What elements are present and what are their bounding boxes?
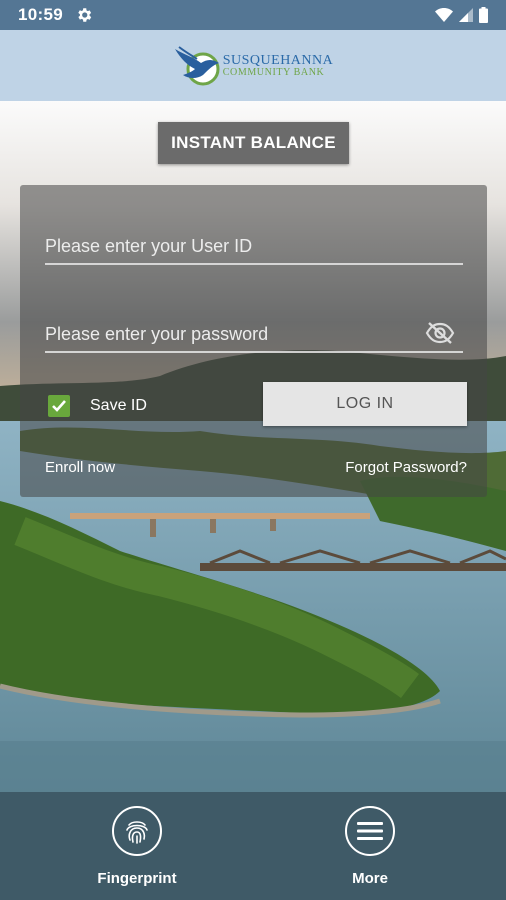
checkmark-icon [52,400,66,412]
user-id-field [45,221,463,265]
log-in-button[interactable]: LOG IN [263,382,467,426]
save-id-label: Save ID [90,397,147,414]
save-id-checkbox[interactable] [48,395,70,417]
eagle-logo-icon [174,45,220,85]
nav-fingerprint[interactable]: Fingerprint [77,806,197,887]
nav-more[interactable]: More [310,806,430,887]
logo-subtitle: COMMUNITY BANK [222,67,325,78]
nav-fingerprint-label: Fingerprint [97,870,177,887]
password-field [45,309,463,353]
nav-more-circle[interactable] [345,806,395,856]
nav-fingerprint-circle[interactable] [112,806,162,856]
brand-header: SUSQUEHANNA COMMUNITY BANK [0,30,506,101]
user-id-input[interactable] [45,236,463,257]
login-panel: Save ID LOG IN Enroll now Forgot Passwor… [20,185,487,497]
status-time: 10:59 [18,5,63,24]
status-icons [435,7,488,23]
status-bar: 10:59 [0,0,506,30]
menu-icon [357,822,383,840]
fingerprint-icon [126,821,148,844]
forgot-password-link[interactable]: Forgot Password? [345,459,467,476]
enroll-now-link[interactable]: Enroll now [45,459,115,476]
bank-logo: SUSQUEHANNA COMMUNITY BANK [173,45,334,87]
password-input[interactable] [45,324,463,345]
bottom-nav: Fingerprint More [0,792,506,900]
save-id-row[interactable]: Save ID [48,395,147,417]
nav-more-label: More [352,870,388,887]
battery-icon [479,7,488,23]
hide-password-eye-icon[interactable] [425,321,455,345]
signal-icon [459,8,473,22]
instant-balance-button[interactable]: INSTANT BALANCE [158,122,349,164]
settings-gear-icon [78,8,92,22]
wifi-icon [435,8,453,22]
